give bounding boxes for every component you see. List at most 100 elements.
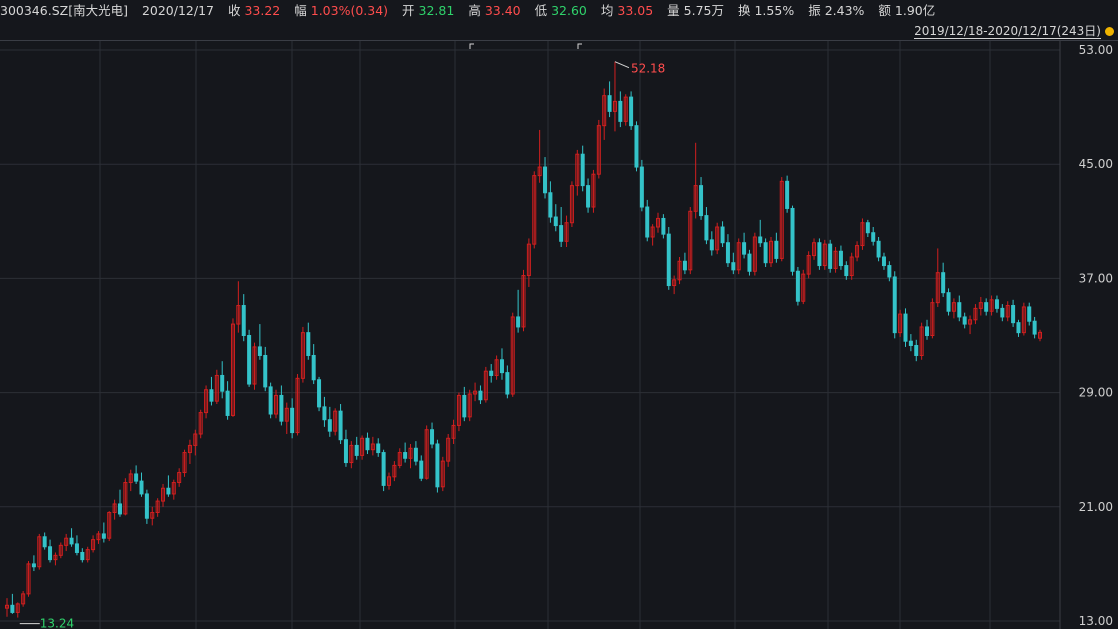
candle-body xyxy=(957,302,962,318)
candle-body xyxy=(10,604,15,613)
candle-body xyxy=(376,443,381,454)
candle-body xyxy=(257,346,262,356)
candle-body xyxy=(419,460,424,479)
candle-body xyxy=(462,394,467,418)
date-range-label[interactable]: 2019/12/18-2020/12/17(243日) xyxy=(914,24,1101,39)
candle-body xyxy=(903,313,908,342)
candle-body xyxy=(1016,322,1021,334)
candle-body xyxy=(516,316,521,328)
candle-body xyxy=(984,302,989,312)
y-tick-label: 21.00 xyxy=(1079,500,1113,514)
candle-body xyxy=(268,386,273,415)
candle-body xyxy=(887,265,892,278)
candle-body xyxy=(817,242,822,267)
candle-body xyxy=(559,225,564,242)
candle-body xyxy=(962,316,967,325)
candle-body xyxy=(763,242,768,264)
candle-body xyxy=(925,326,930,336)
y-tick-label: 29.00 xyxy=(1079,386,1113,400)
candle-body xyxy=(838,250,843,267)
candle-body xyxy=(322,406,327,421)
max-marker-arrow xyxy=(614,61,630,69)
candle-body xyxy=(279,394,284,422)
candle-body xyxy=(413,447,418,462)
candle-body xyxy=(1011,305,1016,324)
candle-body xyxy=(704,215,709,241)
candle-body xyxy=(994,299,999,309)
candle-body xyxy=(327,419,332,432)
flag-marker-2 xyxy=(577,43,582,49)
candle-body xyxy=(731,262,736,271)
candle-body xyxy=(74,543,79,553)
candle-body xyxy=(80,551,85,561)
candle-body xyxy=(1000,307,1005,318)
candle-body xyxy=(381,452,386,486)
candle-body xyxy=(499,359,504,374)
candlestick-chart[interactable]: 53.00 45.00 37.00 29.00 21.00 13.00 52.18 13.24 xyxy=(0,0,1118,629)
settings-dot-icon[interactable] xyxy=(1105,27,1114,36)
candle-body xyxy=(747,253,752,272)
candle-body xyxy=(645,206,650,238)
candle-body xyxy=(618,100,623,122)
candle-body xyxy=(209,389,214,402)
candle-body xyxy=(946,292,951,312)
candle-body xyxy=(666,233,671,287)
candle-body xyxy=(144,493,149,519)
candle-body xyxy=(317,379,322,408)
candle-body xyxy=(725,242,730,264)
candle-body xyxy=(828,243,833,269)
candle-body xyxy=(790,207,795,272)
candle-body xyxy=(101,533,106,539)
candle-body xyxy=(343,439,348,464)
candle-body xyxy=(403,452,408,459)
candle-body xyxy=(489,370,494,376)
candle-body xyxy=(225,390,230,416)
candle-body xyxy=(865,222,870,234)
candle-body xyxy=(908,340,913,346)
candle-body xyxy=(607,95,612,112)
candle-body xyxy=(876,240,881,258)
y-tick-label: 53.00 xyxy=(1079,43,1113,57)
candle-body xyxy=(586,185,591,208)
candle-body xyxy=(1027,306,1032,322)
candle-body xyxy=(661,217,666,235)
candle-body xyxy=(639,166,644,208)
candle-body xyxy=(758,236,763,244)
candle-body xyxy=(69,537,74,545)
y-tick-label: 45.00 xyxy=(1079,157,1113,171)
candle-body xyxy=(241,305,246,336)
candle-body xyxy=(785,180,790,209)
candle-body xyxy=(682,260,687,271)
candle-body xyxy=(941,272,946,294)
y-tick-label: 13.00 xyxy=(1079,614,1113,628)
candle-body xyxy=(220,374,225,392)
candle-body xyxy=(580,153,585,187)
candle-body xyxy=(31,563,36,568)
candle-body xyxy=(354,444,359,456)
candle-body xyxy=(871,232,876,242)
candle-body xyxy=(881,256,886,267)
candle-body xyxy=(914,344,919,356)
candle-body xyxy=(774,240,779,259)
candle-body xyxy=(134,473,139,482)
candle-body xyxy=(548,192,553,218)
candle-body xyxy=(699,185,704,217)
candle-body xyxy=(139,480,144,495)
candle-body xyxy=(166,487,171,495)
candle-body xyxy=(844,265,849,277)
candle-body xyxy=(634,125,639,168)
max-price-label: 52.18 xyxy=(631,62,665,76)
date-range-selector[interactable]: 2019/12/18-2020/12/17(243日) xyxy=(912,22,1114,40)
candle-body xyxy=(306,332,311,356)
candle-body xyxy=(42,536,47,548)
candle-body xyxy=(709,239,714,251)
candle-body xyxy=(553,216,558,227)
candle-body xyxy=(435,443,440,488)
candle-body xyxy=(892,276,897,334)
candle-body xyxy=(117,503,122,515)
candle-body xyxy=(629,96,634,127)
candle-body xyxy=(311,354,316,381)
candle-body xyxy=(338,410,343,441)
candle-body xyxy=(478,390,483,401)
candle-body xyxy=(263,354,268,388)
